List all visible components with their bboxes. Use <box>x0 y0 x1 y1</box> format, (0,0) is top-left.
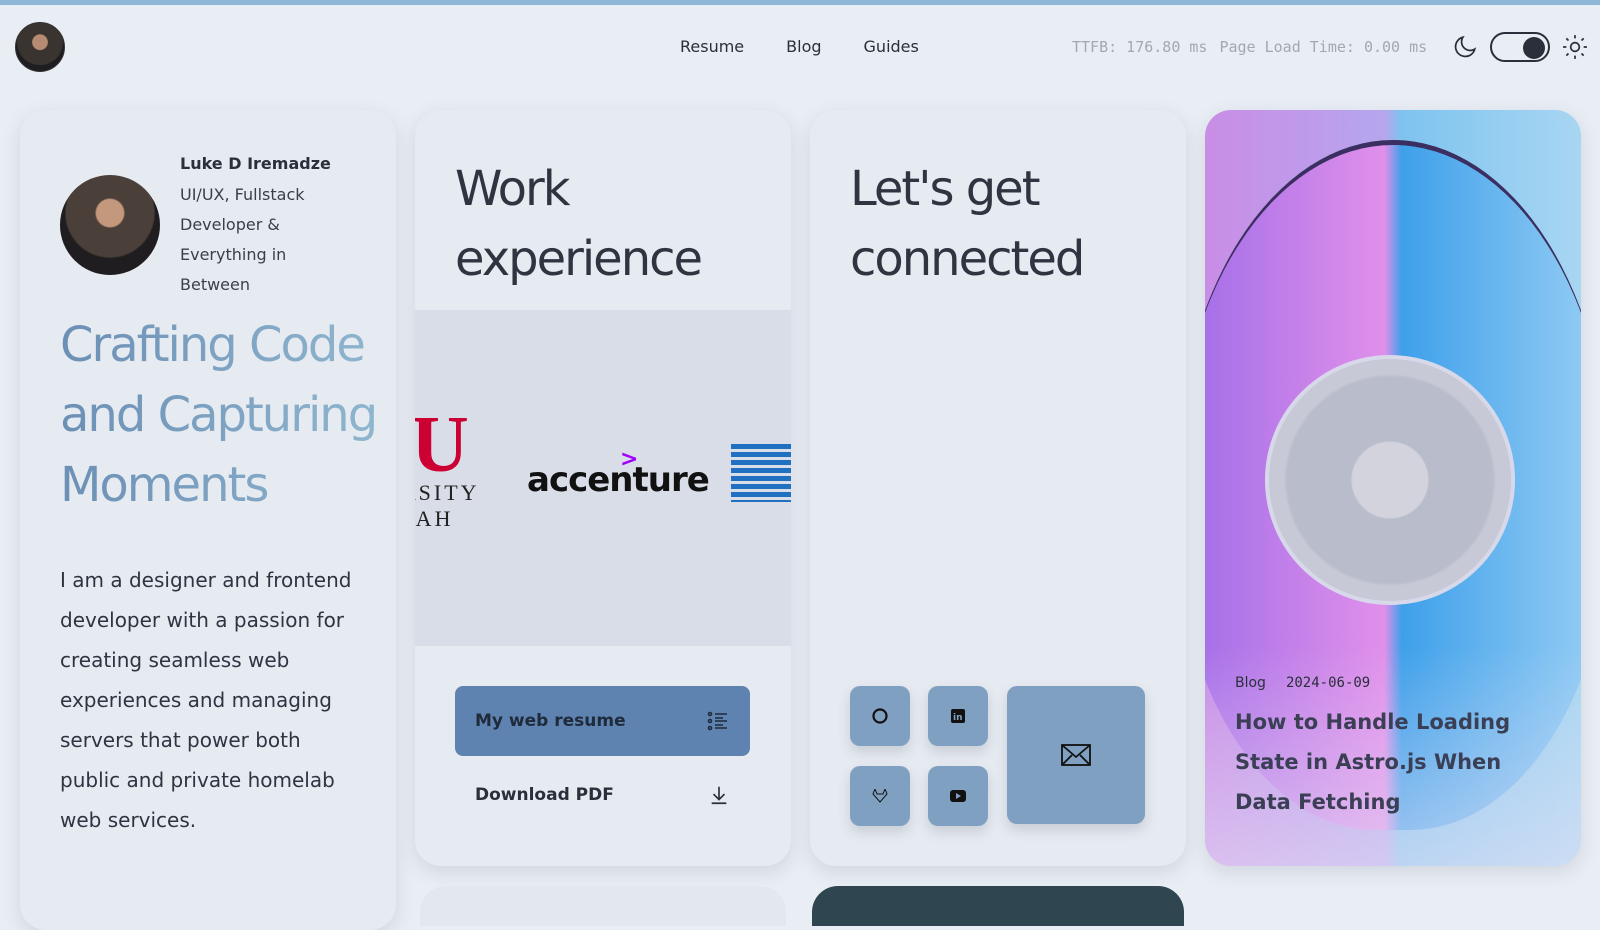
web-resume-button[interactable]: My web resume <box>455 686 750 756</box>
blog-meta: Blog 2024-06-09 <box>1235 675 1370 691</box>
connect-title: Let's get connected <box>850 161 1085 287</box>
profile-name: Luke D Iremadze <box>180 154 331 173</box>
github-button[interactable] <box>850 686 910 746</box>
work-experience-card: Work experience URSITYTAH > accenture My… <box>415 110 791 866</box>
profile-photo <box>60 175 160 275</box>
university-of-utah-logo: URSITYTAH <box>415 401 480 531</box>
nav-blog[interactable]: Blog <box>786 37 821 56</box>
blog-date: 2024-06-09 <box>1285 675 1371 691</box>
mail-icon <box>1061 744 1091 766</box>
avatar[interactable] <box>15 22 65 72</box>
bio: I am a designer and frontend developer w… <box>60 568 352 832</box>
next-card-peek <box>420 886 786 926</box>
nav-resume[interactable]: Resume <box>680 37 744 56</box>
github-icon <box>872 708 888 724</box>
blog-category: Blog <box>1235 675 1266 691</box>
sun-icon <box>1563 35 1587 59</box>
gitlab-icon <box>872 789 888 803</box>
ttfb-text: TTFB: 176.80 ms <box>1072 38 1208 56</box>
next-card-peek <box>812 886 1184 926</box>
web-resume-label: My web resume <box>475 711 626 731</box>
gitlab-button[interactable] <box>850 766 910 826</box>
page-load-text: Page Load Time: 0.00 ms <box>1219 38 1428 56</box>
profile-card: Luke D Iremadze UI/UX, Fullstack Develop… <box>20 110 396 930</box>
loading-spinner-graphic <box>1265 355 1515 605</box>
blog-title[interactable]: How to Handle Loading State in Astro.js … <box>1235 702 1555 822</box>
download-pdf-button[interactable]: Download PDF <box>455 760 750 830</box>
connect-card: Let's get connected in <box>810 110 1186 866</box>
list-icon <box>707 711 727 731</box>
svg-text:in: in <box>953 713 963 723</box>
work-title: Work experience <box>455 161 703 287</box>
toggle-knob <box>1523 37 1545 59</box>
logo-carousel: URSITYTAH > accenture <box>415 310 791 646</box>
accenture-logo: accenture <box>527 460 710 500</box>
linkedin-button[interactable]: in <box>928 686 988 746</box>
main-nav: Resume Blog Guides <box>680 37 919 56</box>
download-pdf-label: Download PDF <box>475 785 614 805</box>
email-button[interactable] <box>1007 686 1145 824</box>
download-icon <box>711 786 727 805</box>
ibm-logo <box>731 444 791 502</box>
perf-metrics: TTFB: 176.80 ms Page Load Time: 0.00 ms <box>1072 38 1427 56</box>
linkedin-icon: in <box>951 709 965 723</box>
top-progress-bar <box>0 0 1600 5</box>
theme-toggle[interactable] <box>1490 32 1550 62</box>
moon-icon <box>1454 35 1477 58</box>
blog-card[interactable]: Blog 2024-06-09 How to Handle Loading St… <box>1205 110 1581 866</box>
nav-guides[interactable]: Guides <box>864 37 919 56</box>
headline: Crafting Code and Capturing Moments <box>60 310 380 520</box>
youtube-button[interactable] <box>928 766 988 826</box>
profile-role: UI/UX, Fullstack Developer & Everything … <box>180 185 305 294</box>
youtube-icon <box>950 790 966 802</box>
